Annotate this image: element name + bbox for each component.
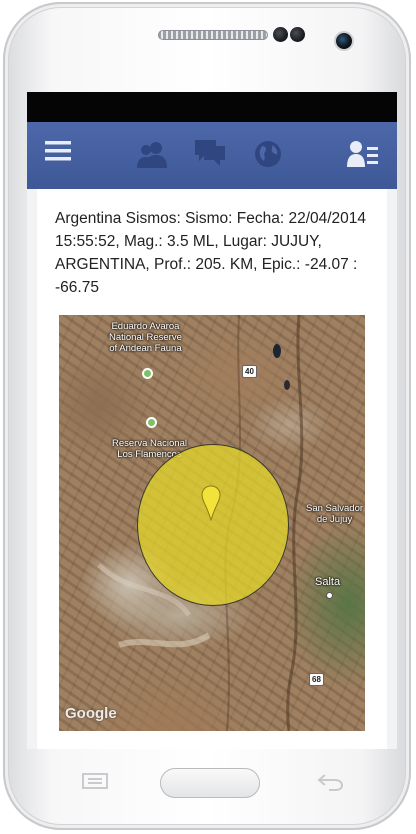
menu-key-icon[interactable] [81,772,109,790]
phone-frame: Argentina Sismos: Sismo: Fecha: 22/04/20… [3,2,411,830]
google-attribution: Google [65,705,117,722]
earpiece-speaker [158,30,268,40]
proximity-sensor [273,27,288,42]
messages-icon[interactable] [195,140,225,166]
status-bar [27,92,397,122]
menu-icon[interactable] [45,140,71,162]
back-key-icon[interactable] [315,772,345,792]
light-sensor [290,27,305,42]
home-button[interactable] [160,768,260,798]
road-shield-40: 40 [242,365,257,378]
map-label-andean-reserve: Eduardo Avaroa National Reserve of Andea… [109,321,182,354]
globe-icon[interactable] [254,140,282,168]
road-shield-68: 68 [309,673,324,686]
epicenter-radius-overlay [137,444,289,606]
friends-icon[interactable] [136,140,168,168]
post-card: Argentina Sismos: Sismo: Fecha: 22/04/20… [37,189,387,749]
profile-list-icon[interactable] [347,140,379,168]
city-dot-salta [326,592,333,599]
screen: Argentina Sismos: Sismo: Fecha: 22/04/20… [27,92,397,749]
reserve-marker-icon [144,370,151,377]
map-label-salta: Salta [315,576,341,588]
feed-content: Argentina Sismos: Sismo: Fecha: 22/04/20… [27,189,397,749]
flamencos-marker-icon [148,419,155,426]
post-text: Argentina Sismos: Sismo: Fecha: 22/04/20… [55,210,367,296]
earthquake-map[interactable]: Eduardo Avaroa National Reserve of Andea… [59,315,365,731]
app-bar [27,122,397,190]
map-label-san-salvador: San Salvador de Jujuy [306,503,364,525]
epicenter-pin-icon[interactable] [201,485,221,521]
front-camera [336,33,352,49]
